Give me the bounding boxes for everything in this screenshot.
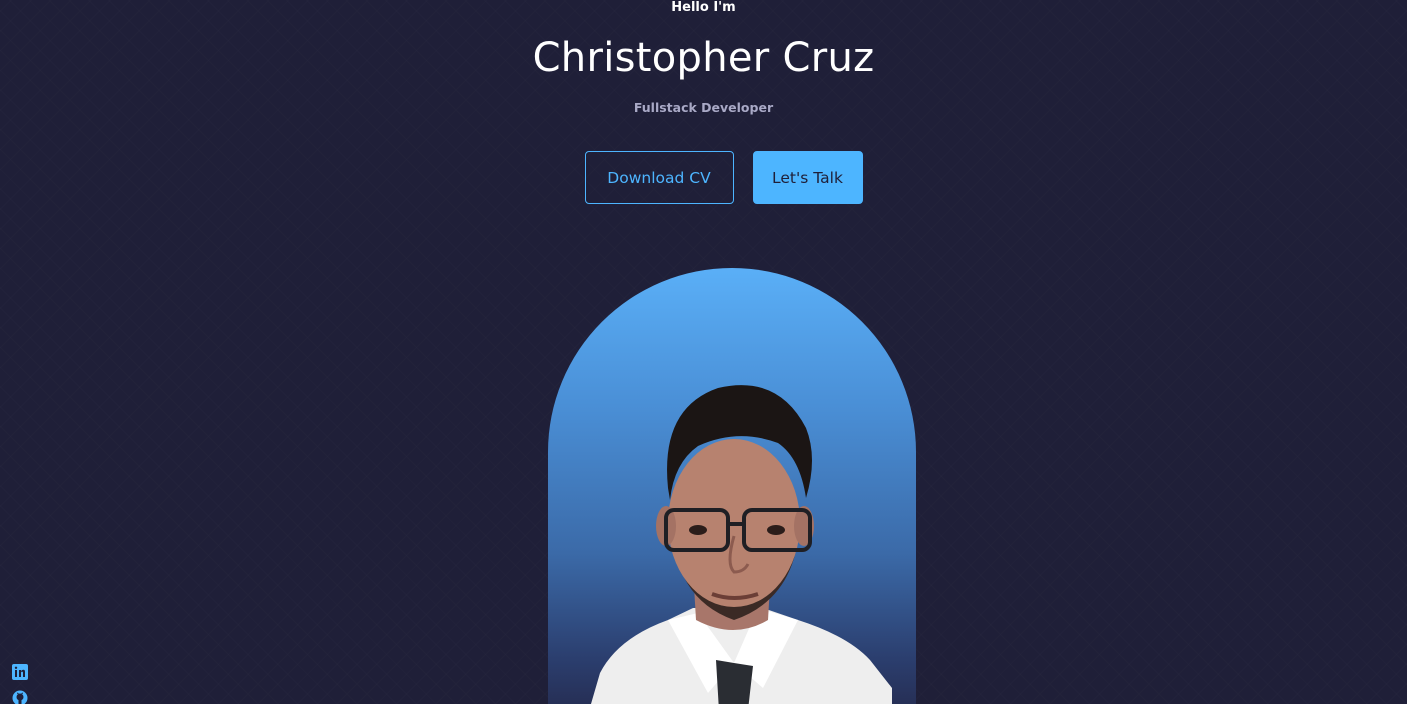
github-icon[interactable]	[12, 690, 28, 704]
person-photo	[590, 385, 892, 704]
linkedin-icon[interactable]	[12, 664, 28, 680]
hero-header: Hello I'm Christopher Cruz Fullstack Dev…	[0, 0, 1407, 115]
profile-portrait	[548, 268, 916, 704]
role-subtitle: Fullstack Developer	[633, 100, 774, 115]
lets-talk-button[interactable]: Let's Talk	[752, 151, 863, 204]
greeting-text: Hello I'm	[671, 0, 736, 15]
download-cv-button[interactable]: Download CV	[584, 151, 734, 204]
social-links	[12, 664, 28, 704]
page: Hello I'm Christopher Cruz Fullstack Dev…	[0, 0, 1407, 704]
person-name: Christopher Cruz	[532, 35, 875, 81]
cta-buttons: Download CV Let's Talk	[0, 151, 1407, 204]
